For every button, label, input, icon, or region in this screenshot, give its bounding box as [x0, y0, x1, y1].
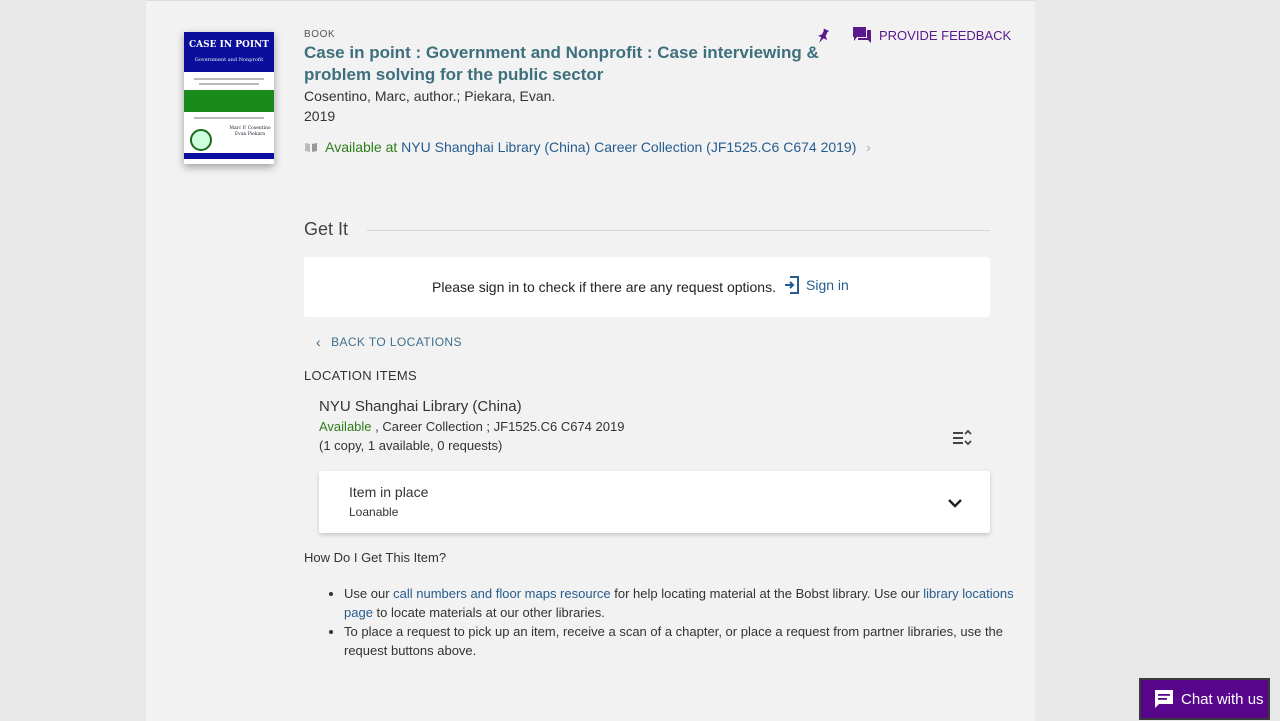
- cover-text-line: [194, 117, 264, 119]
- item-row[interactable]: Item in place Loanable: [319, 471, 990, 533]
- cover-band-middle: [184, 90, 274, 112]
- back-to-locations-button[interactable]: ‹ BACK TO LOCATIONS: [316, 334, 462, 350]
- resource-type: BOOK: [304, 29, 336, 40]
- location-copies: (1 copy, 1 available, 0 requests): [319, 438, 503, 453]
- bullet-text: to locate materials at our other librari…: [372, 605, 605, 620]
- get-it-section: Get It: [304, 219, 990, 240]
- chat-with-us-button[interactable]: Chat with us: [1139, 678, 1270, 720]
- availability-status: Available at: [325, 139, 398, 155]
- back-to-locations-label: BACK TO LOCATIONS: [331, 335, 462, 349]
- chevron-left-icon: ‹: [316, 334, 322, 350]
- location-items-heading: LOCATION ITEMS: [304, 368, 418, 383]
- cover-author-2: Evan Piekara: [234, 132, 266, 137]
- chat-label: Chat with us: [1181, 690, 1264, 708]
- location-availability: Available: [319, 419, 372, 434]
- list-item: To place a request to pick up an item, r…: [344, 622, 1024, 660]
- call-numbers-link[interactable]: call numbers and floor maps resource: [393, 586, 611, 601]
- sign-in-button[interactable]: Sign in: [784, 276, 849, 294]
- cover-seal: [190, 129, 212, 151]
- cover-subtitle: Government and Nonprofit: [194, 57, 264, 63]
- chevron-down-icon[interactable]: [947, 495, 963, 511]
- pin-icon: [818, 28, 830, 43]
- location-name: NYU Shanghai Library (China): [319, 398, 522, 415]
- availability-line[interactable]: Available at NYU Shanghai Library (China…: [304, 139, 871, 155]
- cover-title: CASE IN POINT: [189, 40, 269, 50]
- record-year: 2019: [304, 108, 336, 124]
- item-policy: Loanable: [349, 505, 399, 519]
- record-title[interactable]: Case in point : Government and Nonprofit…: [304, 42, 824, 86]
- bullet-text: Use our: [344, 586, 394, 601]
- item-status: Item in place: [349, 484, 429, 500]
- section-divider: [367, 230, 990, 231]
- how-to-get-heading: How Do I Get This Item?: [304, 550, 447, 565]
- bullet-text: for help locating material at the Bobst …: [610, 586, 924, 601]
- cover-text-line: [199, 83, 259, 85]
- cover-band-top: [184, 32, 274, 72]
- book-cover-image[interactable]: CASE IN POINT Government and Nonprofit M…: [184, 32, 274, 164]
- record-metadata: BOOK Case in point : Government and Nonp…: [304, 29, 824, 124]
- cover-text-line: [194, 78, 264, 80]
- provide-feedback-button[interactable]: PROVIDE FEEDBACK: [852, 26, 1011, 44]
- location-status: Available , Career Collection ; JF1525.C…: [319, 419, 624, 434]
- chat-icon: [1155, 690, 1173, 708]
- sign-in-box: Please sign in to check if there are any…: [304, 257, 990, 317]
- filter-list-icon: [953, 429, 972, 446]
- book-open-icon: [305, 143, 317, 152]
- pin-button[interactable]: [816, 28, 830, 50]
- feedback-label: PROVIDE FEEDBACK: [879, 27, 1012, 43]
- list-item: Use our call numbers and floor maps reso…: [344, 584, 1024, 622]
- filter-items-button[interactable]: [952, 429, 972, 451]
- record-panel: CASE IN POINT Government and Nonprofit M…: [146, 0, 1035, 721]
- cover-band-bottom: [184, 153, 274, 159]
- record-authors: Cosentino, Marc, author.; Piekara, Evan.: [304, 88, 556, 104]
- location-details: , Career Collection ; JF1525.C6 C674 201…: [371, 419, 625, 434]
- how-to-get-list: Use our call numbers and floor maps reso…: [304, 584, 1024, 660]
- chevron-right-icon: ›: [866, 140, 871, 155]
- availability-location[interactable]: NYU Shanghai Library (China) Career Coll…: [401, 139, 856, 155]
- cover-authors: Marc P. Cosentino Evan Piekara: [228, 126, 272, 138]
- sign-in-message: Please sign in to check if there are any…: [432, 279, 776, 295]
- feedback-icon: [853, 27, 871, 43]
- sign-in-label: Sign in: [806, 277, 849, 293]
- sign-in-icon: [785, 276, 799, 294]
